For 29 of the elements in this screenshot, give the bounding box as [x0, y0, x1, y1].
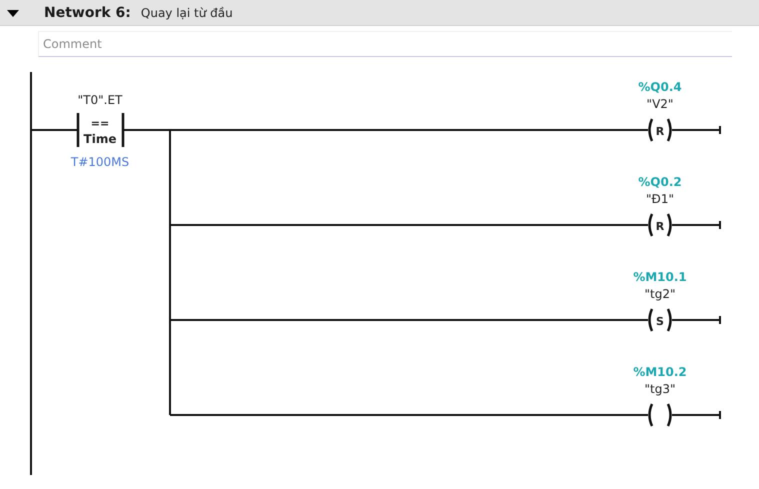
network-label: Network 6: — [44, 4, 131, 20]
coil-type: S — [656, 315, 664, 328]
output-wire — [671, 410, 721, 420]
collapse-toggle-icon[interactable] — [6, 8, 20, 18]
rung-wire — [31, 129, 78, 131]
coil — [648, 308, 672, 332]
compare-value: T#100MS — [70, 155, 130, 169]
coil-address: %M10.1 — [633, 270, 687, 284]
comment-field[interactable]: Comment — [38, 31, 732, 57]
output-wire — [671, 315, 721, 325]
contact — [76, 112, 124, 148]
compare-operator: == — [90, 117, 110, 130]
output-wire — [671, 125, 721, 135]
coil — [648, 212, 672, 238]
data-type: Time — [84, 132, 116, 146]
coil — [648, 402, 672, 428]
coil-address: %Q0.4 — [638, 80, 682, 94]
coil-operand: "V2" — [646, 97, 674, 111]
coil — [648, 118, 672, 142]
coil-operand: "tg2" — [644, 287, 676, 301]
coil-operand: "tg3" — [644, 382, 676, 396]
coil-operand: "Đ1" — [646, 192, 674, 206]
network-title: Quay lại từ đầu — [140, 6, 233, 20]
coil-address: %M10.2 — [633, 365, 687, 379]
output-wire — [671, 220, 721, 230]
contact-operand: "T0".ET — [78, 93, 122, 107]
coil-type: R — [656, 125, 664, 138]
coil-address: %Q0.2 — [638, 175, 682, 189]
coil-type: R — [656, 220, 664, 233]
